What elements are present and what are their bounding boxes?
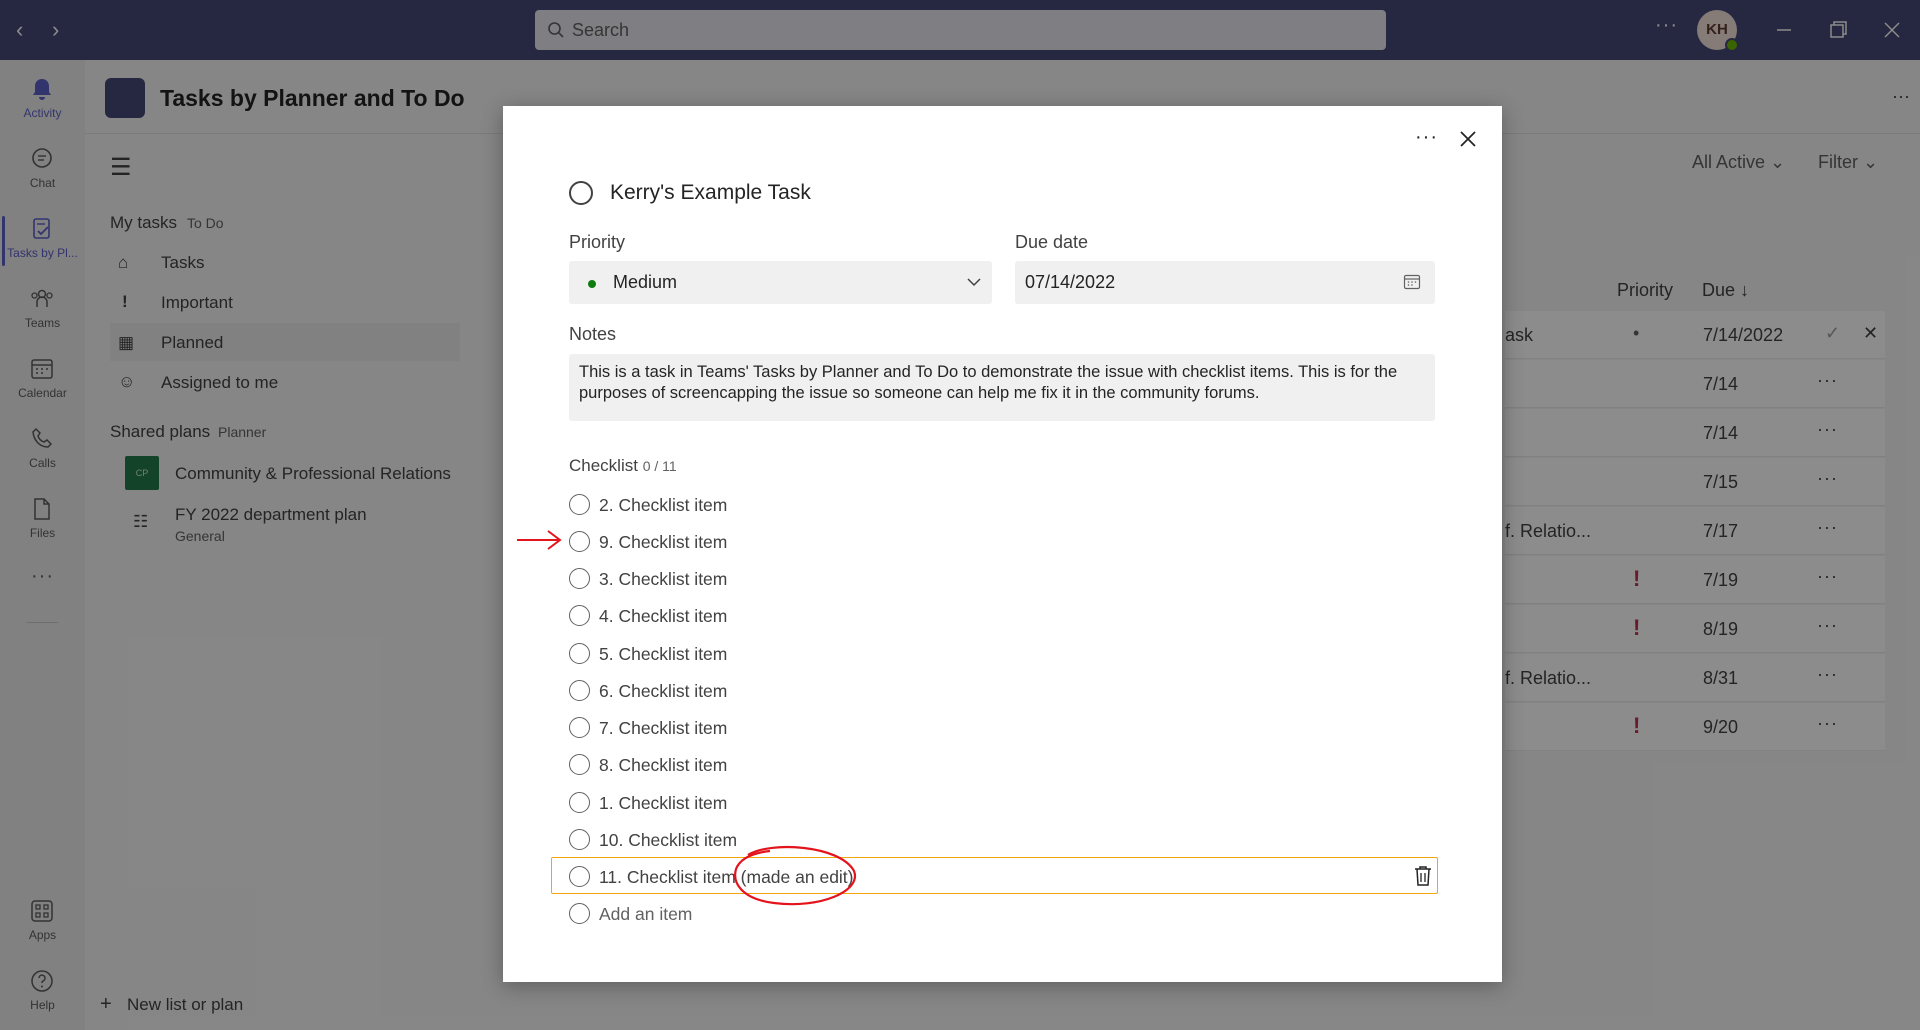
delete-icon[interactable] xyxy=(1413,865,1433,887)
annotation-circle-icon xyxy=(734,846,857,906)
notes-label: Notes xyxy=(569,324,617,344)
checklist-item-checkbox[interactable] xyxy=(569,717,590,738)
checklist-item[interactable]: 8. Checklist item xyxy=(569,750,1429,780)
checklist-item[interactable]: 2. Checklist item xyxy=(569,490,1429,520)
checklist-item-checkbox[interactable] xyxy=(569,494,590,515)
checklist-item-text[interactable]: 8. Checklist item xyxy=(599,755,727,776)
checklist-count: 0 / 11 xyxy=(642,458,677,474)
checklist-item[interactable]: 4. Checklist item xyxy=(569,601,1429,631)
checklist-item-editing[interactable]: 11. Checklist item (made an edit) xyxy=(569,862,1429,892)
checklist-item-checkbox[interactable] xyxy=(569,866,590,887)
checklist-item[interactable]: 7. Checklist item xyxy=(569,713,1429,743)
due-date-value: 07/14/2022 xyxy=(1025,272,1116,292)
checklist-item[interactable]: 10. Checklist item xyxy=(569,825,1429,855)
calendar-icon[interactable] xyxy=(1403,273,1421,291)
task-title[interactable]: Kerry's Example Task xyxy=(610,181,811,205)
priority-dropdown[interactable]: Medium xyxy=(569,261,992,304)
checklist-item[interactable]: 5. Checklist item xyxy=(569,639,1429,669)
checklist-item[interactable]: 3. Checklist item xyxy=(569,564,1429,594)
checklist-item-checkbox[interactable] xyxy=(569,568,590,589)
close-icon[interactable] xyxy=(1457,128,1479,150)
checklist-item-text[interactable]: 6. Checklist item xyxy=(599,681,727,702)
checklist-item-text[interactable]: 3. Checklist item xyxy=(599,569,727,590)
due-date-field[interactable]: 07/14/2022 xyxy=(1015,261,1435,304)
checklist-item[interactable]: 9. Checklist item xyxy=(569,527,1429,557)
priority-value: Medium xyxy=(613,272,678,292)
checklist-item-text[interactable]: 5. Checklist item xyxy=(599,644,727,665)
checklist-item[interactable]: 6. Checklist item xyxy=(569,676,1429,706)
checklist-item-checkbox[interactable] xyxy=(569,754,590,775)
annotation-arrow-icon xyxy=(517,530,562,550)
add-item-placeholder[interactable]: Add an item xyxy=(599,904,692,925)
chevron-down-icon xyxy=(967,278,981,287)
checklist-item-text[interactable]: 10. Checklist item xyxy=(599,830,737,851)
dialog-more-icon[interactable]: ··· xyxy=(1415,126,1438,149)
checklist-item[interactable]: 1. Checklist item xyxy=(569,788,1429,818)
priority-label: Priority xyxy=(569,232,626,252)
checklist-item-checkbox[interactable] xyxy=(569,643,590,664)
checklist-item-text[interactable]: 7. Checklist item xyxy=(599,718,727,739)
checklist-heading: Checklist 0 / 11 xyxy=(569,456,677,476)
checklist-label: Checklist xyxy=(569,456,638,475)
add-item-checkbox xyxy=(569,903,590,924)
checklist-item-text[interactable]: 1. Checklist item xyxy=(599,793,727,814)
checklist-item-text[interactable]: 2. Checklist item xyxy=(599,495,727,516)
checklist-item-checkbox[interactable] xyxy=(569,829,590,850)
checklist-item-text[interactable]: 9. Checklist item xyxy=(599,532,727,553)
checklist-item-text[interactable]: 4. Checklist item xyxy=(599,606,727,627)
checklist-item-checkbox[interactable] xyxy=(569,680,590,701)
checklist-item-checkbox[interactable] xyxy=(569,792,590,813)
priority-medium-dot xyxy=(588,280,596,288)
task-complete-checkbox[interactable] xyxy=(569,181,593,205)
add-checklist-item[interactable]: Add an item xyxy=(569,899,1429,929)
checklist-item-checkbox[interactable] xyxy=(569,605,590,626)
notes-field[interactable]: This is a task in Teams' Tasks by Planne… xyxy=(569,354,1435,421)
checklist-item-checkbox[interactable] xyxy=(569,531,590,552)
task-details-dialog: ··· Kerry's Example Task Priority Medium… xyxy=(503,106,1502,982)
due-date-label: Due date xyxy=(1015,232,1089,252)
